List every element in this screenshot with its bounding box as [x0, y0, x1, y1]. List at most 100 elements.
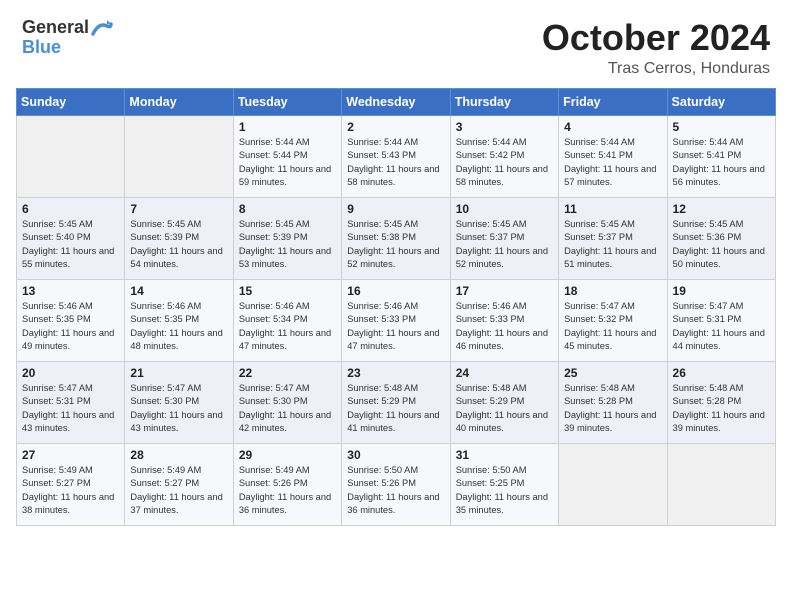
day-cell: 11 Sunrise: 5:45 AMSunset: 5:37 PMDayligh…: [559, 197, 667, 279]
day-info: Sunrise: 5:47 AMSunset: 5:32 PMDaylight:…: [564, 300, 661, 354]
header-row: Sunday Monday Tuesday Wednesday Thursday…: [17, 88, 776, 115]
day-cell: 18 Sunrise: 5:47 AMSunset: 5:32 PMDayligh…: [559, 279, 667, 361]
header: General Blue October 2024 Tras Cerros, H…: [0, 0, 792, 88]
day-info: Sunrise: 5:45 AMSunset: 5:39 PMDaylight:…: [239, 218, 336, 272]
day-info: Sunrise: 5:44 AMSunset: 5:44 PMDaylight:…: [239, 136, 336, 190]
col-saturday: Saturday: [667, 88, 775, 115]
day-info: Sunrise: 5:47 AMSunset: 5:30 PMDaylight:…: [239, 382, 336, 436]
day-info: Sunrise: 5:49 AMSunset: 5:26 PMDaylight:…: [239, 464, 336, 518]
day-cell: 16Sunrise: 5:46 AMSunset: 5:33 PMDayligh…: [342, 279, 450, 361]
day-number: 24: [456, 366, 553, 380]
day-info: Sunrise: 5:49 AMSunset: 5:27 PMDaylight:…: [130, 464, 227, 518]
day-info: Sunrise: 5:46 AMSunset: 5:34 PMDaylight:…: [239, 300, 336, 354]
week-row-4: 20Sunrise: 5:47 AMSunset: 5:31 PMDayligh…: [17, 361, 776, 443]
calendar-table: Sunday Monday Tuesday Wednesday Thursday…: [16, 88, 776, 526]
day-info: Sunrise: 5:44 AMSunset: 5:41 PMDaylight:…: [673, 136, 770, 190]
day-cell: 14 Sunrise: 5:46 AMSunset: 5:35 PMDayligh…: [125, 279, 233, 361]
day-info: Sunrise: 5:46 AMSunset: 5:35 PMDaylight:…: [130, 300, 227, 354]
day-number: 23: [347, 366, 444, 380]
day-cell: 17Sunrise: 5:46 AMSunset: 5:33 PMDayligh…: [450, 279, 558, 361]
day-cell: 30 Sunrise: 5:50 AMSunset: 5:26 PMDayligh…: [342, 443, 450, 525]
logo-icon: [91, 16, 113, 38]
day-number: 3: [456, 120, 553, 134]
day-cell: 19 Sunrise: 5:47 AMSunset: 5:31 PMDayligh…: [667, 279, 775, 361]
day-cell: 9 Sunrise: 5:45 AMSunset: 5:38 PMDaylight…: [342, 197, 450, 279]
day-number: 18: [564, 284, 661, 298]
day-number: 2: [347, 120, 444, 134]
day-info: Sunrise: 5:45 AMSunset: 5:37 PMDaylight:…: [564, 218, 661, 272]
day-cell: 13 Sunrise: 5:46 AMSunset: 5:35 PMDayligh…: [17, 279, 125, 361]
calendar-container: Sunday Monday Tuesday Wednesday Thursday…: [0, 88, 792, 612]
day-cell: 31Sunrise: 5:50 AMSunset: 5:25 PMDayligh…: [450, 443, 558, 525]
day-number: 20: [22, 366, 119, 380]
week-row-2: 6Sunrise: 5:45 AMSunset: 5:40 PMDaylight…: [17, 197, 776, 279]
day-cell: 20Sunrise: 5:47 AMSunset: 5:31 PMDayligh…: [17, 361, 125, 443]
day-info: Sunrise: 5:46 AMSunset: 5:35 PMDaylight:…: [22, 300, 119, 354]
day-cell: 23Sunrise: 5:48 AMSunset: 5:29 PMDayligh…: [342, 361, 450, 443]
col-sunday: Sunday: [17, 88, 125, 115]
day-number: 10: [456, 202, 553, 216]
day-info: Sunrise: 5:49 AMSunset: 5:27 PMDaylight:…: [22, 464, 119, 518]
calendar-body: 1 Sunrise: 5:44 AMSunset: 5:44 PMDaylight…: [17, 115, 776, 525]
week-row-5: 27 Sunrise: 5:49 AMSunset: 5:27 PMDayligh…: [17, 443, 776, 525]
day-number: 31: [456, 448, 553, 462]
day-info: Sunrise: 5:45 AMSunset: 5:37 PMDaylight:…: [456, 218, 553, 272]
main-title: October 2024: [542, 18, 770, 58]
day-cell: 8 Sunrise: 5:45 AMSunset: 5:39 PMDaylight…: [233, 197, 341, 279]
day-cell: [559, 443, 667, 525]
col-friday: Friday: [559, 88, 667, 115]
day-cell: 25Sunrise: 5:48 AMSunset: 5:28 PMDayligh…: [559, 361, 667, 443]
day-number: 27: [22, 448, 119, 462]
page: General Blue October 2024 Tras Cerros, H…: [0, 0, 792, 612]
day-info: Sunrise: 5:45 AMSunset: 5:39 PMDaylight:…: [130, 218, 227, 272]
day-cell: 29 Sunrise: 5:49 AMSunset: 5:26 PMDayligh…: [233, 443, 341, 525]
day-info: Sunrise: 5:46 AMSunset: 5:33 PMDaylight:…: [347, 300, 444, 354]
day-number: 19: [673, 284, 770, 298]
logo-blue-text: Blue: [22, 37, 61, 57]
day-info: Sunrise: 5:45 AMSunset: 5:36 PMDaylight:…: [673, 218, 770, 272]
day-cell: 2 Sunrise: 5:44 AMSunset: 5:43 PMDaylight…: [342, 115, 450, 197]
day-info: Sunrise: 5:48 AMSunset: 5:28 PMDaylight:…: [564, 382, 661, 436]
day-info: Sunrise: 5:50 AMSunset: 5:26 PMDaylight:…: [347, 464, 444, 518]
day-info: Sunrise: 5:44 AMSunset: 5:43 PMDaylight:…: [347, 136, 444, 190]
day-number: 5: [673, 120, 770, 134]
week-row-3: 13 Sunrise: 5:46 AMSunset: 5:35 PMDayligh…: [17, 279, 776, 361]
day-number: 9: [347, 202, 444, 216]
week-row-1: 1 Sunrise: 5:44 AMSunset: 5:44 PMDaylight…: [17, 115, 776, 197]
day-info: Sunrise: 5:44 AMSunset: 5:42 PMDaylight:…: [456, 136, 553, 190]
day-cell: 1 Sunrise: 5:44 AMSunset: 5:44 PMDaylight…: [233, 115, 341, 197]
day-number: 30: [347, 448, 444, 462]
day-number: 14: [130, 284, 227, 298]
day-cell: [667, 443, 775, 525]
day-cell: 7Sunrise: 5:45 AMSunset: 5:39 PMDaylight…: [125, 197, 233, 279]
day-cell: 4 Sunrise: 5:44 AMSunset: 5:41 PMDaylight…: [559, 115, 667, 197]
day-info: Sunrise: 5:47 AMSunset: 5:30 PMDaylight:…: [130, 382, 227, 436]
day-number: 13: [22, 284, 119, 298]
subtitle: Tras Cerros, Honduras: [542, 60, 770, 78]
day-cell: [17, 115, 125, 197]
col-monday: Monday: [125, 88, 233, 115]
day-info: Sunrise: 5:45 AMSunset: 5:38 PMDaylight:…: [347, 218, 444, 272]
day-info: Sunrise: 5:47 AMSunset: 5:31 PMDaylight:…: [673, 300, 770, 354]
day-number: 26: [673, 366, 770, 380]
title-block: October 2024 Tras Cerros, Honduras: [542, 18, 770, 78]
day-number: 8: [239, 202, 336, 216]
logo: General Blue: [22, 18, 113, 58]
day-number: 11: [564, 202, 661, 216]
day-info: Sunrise: 5:48 AMSunset: 5:28 PMDaylight:…: [673, 382, 770, 436]
day-number: 1: [239, 120, 336, 134]
day-number: 17: [456, 284, 553, 298]
day-cell: 21Sunrise: 5:47 AMSunset: 5:30 PMDayligh…: [125, 361, 233, 443]
col-thursday: Thursday: [450, 88, 558, 115]
day-cell: [125, 115, 233, 197]
day-number: 4: [564, 120, 661, 134]
day-number: 15: [239, 284, 336, 298]
day-number: 12: [673, 202, 770, 216]
day-info: Sunrise: 5:44 AMSunset: 5:41 PMDaylight:…: [564, 136, 661, 190]
day-cell: 27 Sunrise: 5:49 AMSunset: 5:27 PMDayligh…: [17, 443, 125, 525]
day-number: 29: [239, 448, 336, 462]
day-cell: 5 Sunrise: 5:44 AMSunset: 5:41 PMDaylight…: [667, 115, 775, 197]
logo-general-text: General: [22, 18, 89, 38]
day-cell: 12 Sunrise: 5:45 AMSunset: 5:36 PMDayligh…: [667, 197, 775, 279]
day-info: Sunrise: 5:45 AMSunset: 5:40 PMDaylight:…: [22, 218, 119, 272]
